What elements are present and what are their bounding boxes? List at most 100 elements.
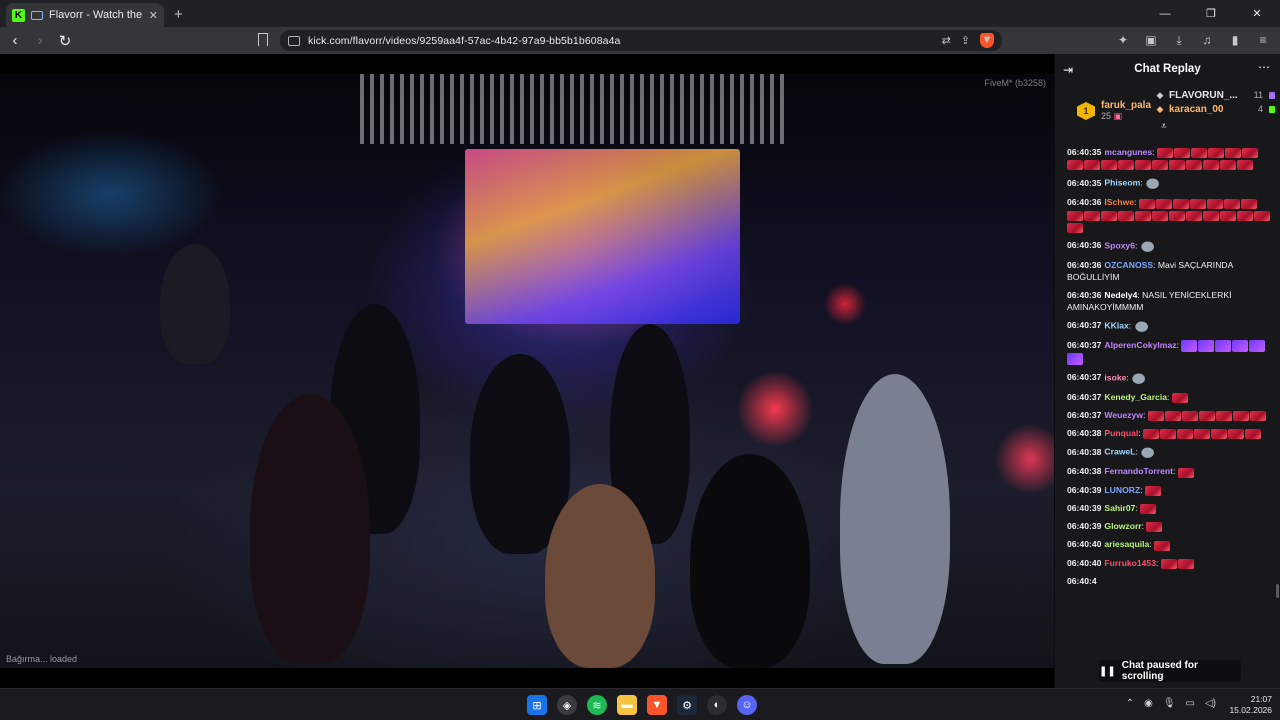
- message-username[interactable]: Weuezyw: [1104, 410, 1143, 420]
- leaderboard-row[interactable]: ◆ FLAVORUN_... 11: [1155, 88, 1275, 102]
- new-tab-icon[interactable]: +: [174, 6, 183, 23]
- message-timestamp: 06:40:37: [1067, 340, 1102, 351]
- taskbar-apps: ⊞ ◈ ≋ ▬ ▼ ⚙ ◐ ☺: [527, 695, 757, 715]
- red-emote-icon: [1203, 160, 1219, 171]
- rat-emote-icon: [1140, 445, 1158, 460]
- message-username[interactable]: ariesaquila: [1104, 539, 1149, 549]
- menu-icon[interactable]: ≡: [1256, 33, 1270, 47]
- translate-icon[interactable]: ⇄: [942, 34, 951, 47]
- expand-leaderboard-icon[interactable]: ⩡: [1161, 121, 1167, 132]
- red-emote-icon: [1207, 148, 1224, 159]
- leaderboard-first[interactable]: 1 faruk_pala 25 ▣: [1077, 88, 1151, 134]
- video-player[interactable]: FiveM* (b3258) Bağırma... loaded: [0, 54, 1054, 688]
- file-explorer-icon[interactable]: ▬: [617, 695, 637, 715]
- gift-square-icon: [1269, 91, 1275, 99]
- red-emote-icon: [1164, 411, 1181, 422]
- red-emote-icon: [1154, 540, 1171, 551]
- red-emote-icon: [1241, 148, 1258, 159]
- brave-browser-icon[interactable]: ▼: [647, 695, 667, 715]
- app-icon[interactable]: ◐: [707, 695, 727, 715]
- red-emote-icon: [1177, 429, 1194, 440]
- message-timestamp: 06:40:38: [1067, 466, 1102, 477]
- red-emote-icon: [1237, 210, 1253, 221]
- message-username[interactable]: ISchwe: [1104, 197, 1134, 207]
- message-username[interactable]: isoke: [1104, 372, 1126, 382]
- collapse-chat-icon[interactable]: ⇥: [1063, 63, 1073, 77]
- brave-shield-icon[interactable]: ▼: [980, 33, 994, 48]
- message-username[interactable]: AlperenCokylmaz: [1104, 340, 1176, 350]
- leaderboard-count: 11: [1253, 90, 1263, 100]
- message-username[interactable]: Glowzorr: [1104, 521, 1141, 531]
- sidebar-icon[interactable]: ▮: [1228, 33, 1242, 47]
- minimize-icon[interactable]: —: [1142, 0, 1188, 27]
- message-timestamp: 06:40:37: [1067, 391, 1102, 402]
- address-bar[interactable]: kick.com/flavorr/videos/9259aa4f-57ac-4b…: [280, 30, 1002, 51]
- more-options-icon[interactable]: ⋯: [1258, 60, 1270, 74]
- message-timestamp: 06:40:35: [1067, 147, 1102, 157]
- message-username[interactable]: FernandoTorrent: [1104, 466, 1173, 476]
- message-username[interactable]: CraweL: [1104, 447, 1135, 457]
- forward-icon[interactable]: ›: [30, 32, 50, 49]
- message-username[interactable]: Spoxy6: [1104, 240, 1135, 250]
- media-icon[interactable]: ♫: [1200, 33, 1214, 47]
- share-icon[interactable]: ⇪: [961, 34, 970, 47]
- close-window-icon[interactable]: ✕: [1234, 0, 1280, 27]
- restore-icon[interactable]: ❐: [1188, 0, 1234, 27]
- message-username[interactable]: Punqual: [1104, 428, 1138, 438]
- message-timestamp: 06:40:39: [1067, 484, 1102, 495]
- red-emote-icon: [1223, 198, 1240, 209]
- site-info-icon[interactable]: [288, 35, 300, 46]
- back-icon[interactable]: ‹: [5, 32, 25, 49]
- red-emote-icon: [1232, 411, 1249, 422]
- video-frame[interactable]: FiveM* (b3258) Bağırma... loaded: [0, 74, 1054, 668]
- message-username[interactable]: OZCANOSS: [1104, 260, 1153, 270]
- gift-icon: ◆: [1156, 104, 1164, 114]
- message-username[interactable]: mcangunes: [1104, 147, 1152, 157]
- rat-emote-icon: [1139, 239, 1157, 254]
- purple-emote-icon: [1067, 352, 1083, 365]
- wallet-icon[interactable]: ▣: [1144, 33, 1158, 47]
- discord-icon[interactable]: ☺: [737, 695, 757, 715]
- chat-messages[interactable]: 06:40:35 mcangunes: 06:40:35 Phiseom: 06:4…: [1055, 146, 1280, 686]
- tab-close-icon[interactable]: ✕: [149, 9, 158, 22]
- message-username[interactable]: Furruko1453: [1104, 558, 1156, 568]
- microphone-icon[interactable]: 🎙: [1163, 698, 1176, 709]
- extensions-icon[interactable]: ✦: [1116, 33, 1130, 47]
- rat-emote-icon: [1133, 319, 1151, 334]
- message-username[interactable]: Phiseom: [1104, 178, 1140, 188]
- red-emote-icon: [1156, 148, 1173, 159]
- tray-app-icon[interactable]: ◉: [1144, 698, 1153, 709]
- network-icon[interactable]: ▭: [1186, 698, 1195, 709]
- message-username[interactable]: Sahir07: [1104, 503, 1135, 513]
- kick-favicon-icon: K: [12, 8, 25, 22]
- red-emote-icon: [1146, 522, 1163, 533]
- tab-kick[interactable]: K Flavorr - Watch the VOD on K ✕: [6, 3, 164, 27]
- system-tray: ⌃ ◉ 🎙 ▭ ◁): [1126, 698, 1216, 709]
- windows-start-icon[interactable]: ⊞: [527, 695, 547, 715]
- message-username[interactable]: KKlax: [1104, 320, 1128, 330]
- downloads-icon[interactable]: ⤓: [1172, 33, 1186, 47]
- chat-scrollbar[interactable]: [1276, 584, 1279, 598]
- message-username[interactable]: Nedely4: [1104, 290, 1137, 300]
- crowd-figure: [545, 484, 655, 668]
- spotify-icon[interactable]: ≋: [587, 695, 607, 715]
- tray-overflow-icon[interactable]: ⌃: [1126, 698, 1134, 709]
- bookmark-icon[interactable]: [258, 33, 268, 46]
- clock[interactable]: 21:07 15.02.2026: [1229, 694, 1272, 716]
- red-emote-icon: [1203, 210, 1219, 221]
- red-emote-icon: [1135, 210, 1151, 221]
- message-username[interactable]: Kenedy_Garcia: [1104, 392, 1167, 402]
- red-emote-icon: [1067, 160, 1083, 171]
- red-emote-icon: [1160, 558, 1177, 569]
- chat-paused-button[interactable]: ❚❚ Chat paused for scrolling: [1099, 660, 1241, 682]
- chat-replay-panel: ⇥ Chat Replay ⋯ 1 faruk_pala 25 ▣ ◆ FLAV…: [1054, 54, 1280, 688]
- reload-icon[interactable]: ↻: [55, 32, 75, 50]
- leaderboard-name: karacan_00: [1169, 103, 1224, 115]
- volume-icon[interactable]: ◁): [1205, 698, 1216, 709]
- message-timestamp: 06:40:38: [1067, 428, 1102, 439]
- steam-icon[interactable]: ⚙: [677, 695, 697, 715]
- shield-app-icon[interactable]: ◈: [557, 695, 577, 715]
- leaderboard-row[interactable]: ◆ karacan_00 4: [1155, 102, 1275, 116]
- message-username[interactable]: LUNORZ: [1104, 485, 1140, 495]
- message-timestamp: 06:40:36: [1067, 240, 1102, 251]
